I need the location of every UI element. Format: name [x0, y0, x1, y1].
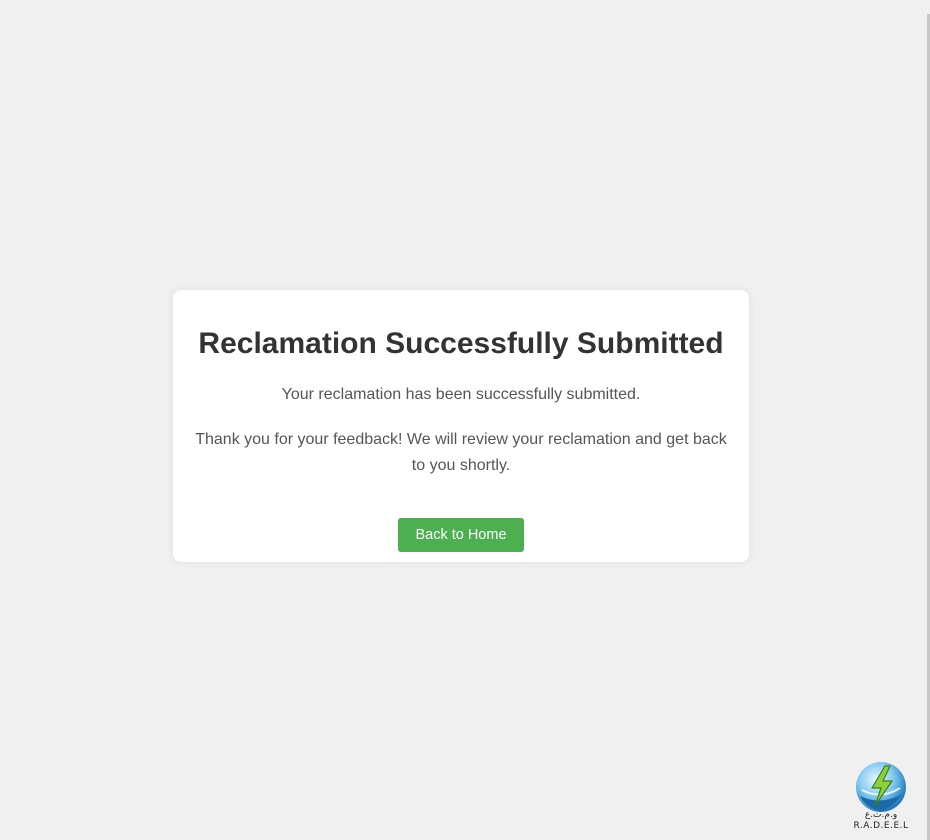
back-to-home-button[interactable]: Back to Home [398, 518, 524, 552]
feedback-message: Thank you for your feedback! We will rev… [195, 431, 727, 474]
radeel-logo: و.م.ت.ع R.A.D.E.E.L [852, 760, 910, 834]
page: Reclamation Successfully Submitted Your … [0, 0, 930, 840]
logo-arabic-text: و.م.ت.ع [864, 810, 898, 820]
page-title: Reclamation Successfully Submitted [198, 327, 724, 360]
logo-latin-text: R.A.D.E.E.L [853, 821, 909, 831]
lightning-bolt-globe-icon [856, 762, 906, 812]
success-message: Your reclamation has been successfully s… [281, 386, 641, 403]
confirmation-card: Reclamation Successfully Submitted Your … [173, 290, 749, 562]
